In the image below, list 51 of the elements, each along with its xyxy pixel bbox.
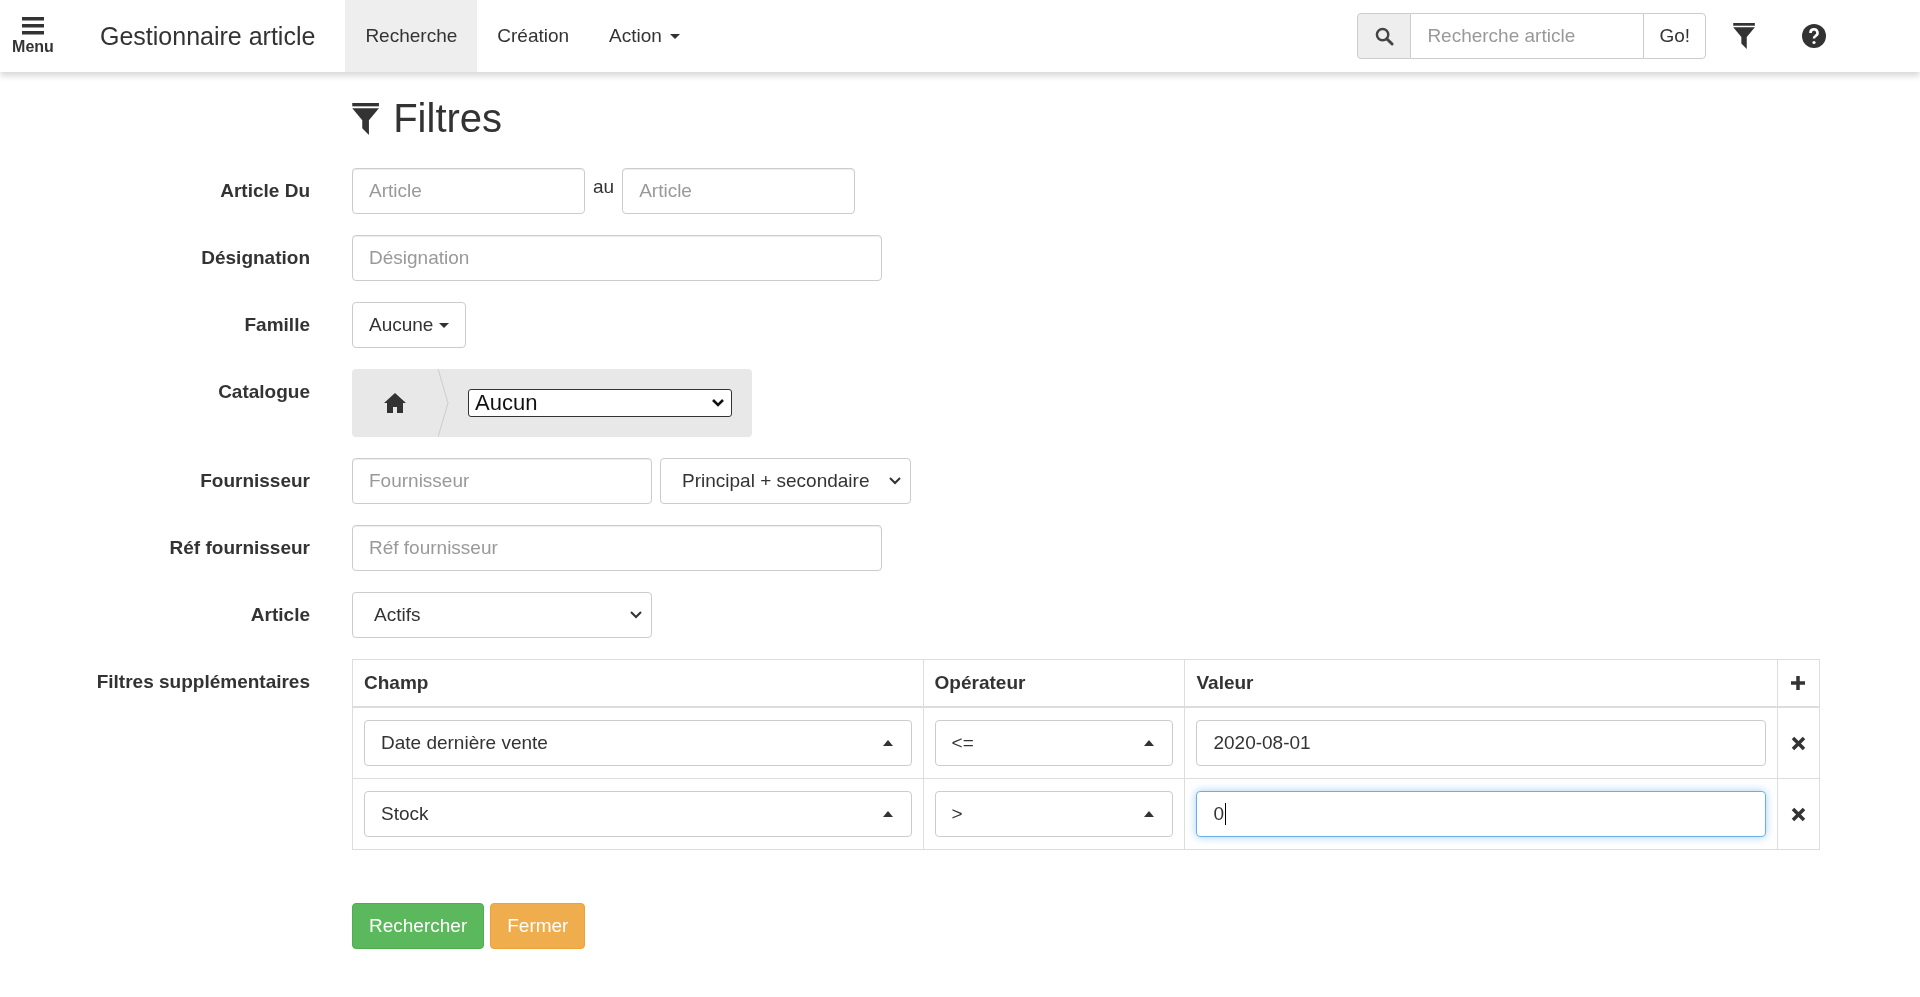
chevron-icon — [711, 398, 725, 408]
menu-icon — [22, 16, 44, 36]
catalogue-select[interactable]: Aucun — [468, 389, 732, 417]
field-label: Article — [249, 603, 310, 626]
caret-icon — [1144, 740, 1155, 746]
column-header: Opérateur — [923, 659, 1185, 707]
value-field[interactable]: 0 — [1196, 791, 1766, 837]
operator-select[interactable]: <= — [934, 720, 1174, 766]
article-to-field[interactable]: Article — [622, 168, 856, 214]
dropdown-button[interactable]: Aucune — [352, 302, 467, 348]
breadcrumb-divider — [438, 369, 450, 437]
search-icon — [1357, 13, 1412, 59]
text-field[interactable]: Réf fournisseur — [352, 525, 882, 571]
field-label: Réf fournisseur — [168, 536, 310, 559]
caret-icon — [882, 740, 893, 746]
nav-tab[interactable]: Création — [477, 0, 590, 72]
field-label: Désignation — [200, 246, 310, 269]
caret-icon — [439, 322, 450, 328]
select-field[interactable]: Principal + secondaire — [660, 458, 911, 504]
remove-icon[interactable] — [1791, 806, 1806, 822]
field-select[interactable]: Date dernière vente — [364, 720, 912, 766]
field-label: Catalogue — [217, 380, 310, 403]
page-title: Filtres — [393, 96, 503, 141]
column-header: Champ — [352, 659, 924, 707]
add-icon[interactable] — [1790, 675, 1807, 691]
field-label: Famille — [243, 313, 310, 336]
text-field[interactable]: Fournisseur — [352, 458, 652, 504]
caret-icon — [669, 33, 680, 39]
field-label: Filtres supplémentaires — [95, 670, 310, 693]
search-field[interactable]: Recherche article — [1411, 13, 1644, 59]
column-header: Valeur — [1184, 659, 1778, 707]
chevron-icon — [888, 476, 902, 486]
nav-tab[interactable]: Recherche — [345, 0, 478, 72]
operator-select[interactable]: > — [934, 791, 1174, 837]
value-field[interactable]: 2020-08-01 — [1196, 720, 1766, 766]
chevron-icon — [629, 610, 643, 620]
filter-icon — [352, 102, 380, 135]
remove-icon[interactable] — [1791, 735, 1806, 751]
select-field[interactable]: Actifs — [352, 592, 652, 638]
go-button[interactable]: Go! — [1643, 13, 1706, 59]
nav-tab[interactable]: Action — [589, 0, 700, 72]
article-from-field[interactable]: Article — [352, 168, 585, 214]
app-title: Gestionnaire article — [99, 20, 317, 52]
text-field[interactable]: Désignation — [352, 235, 882, 281]
field-label: Fournisseur — [199, 469, 310, 492]
field-label: Article Du — [219, 179, 310, 202]
caret-icon — [882, 811, 893, 817]
menu-button[interactable]: Menu — [0, 0, 66, 72]
field-select[interactable]: Stock — [364, 791, 912, 837]
caret-icon — [1144, 811, 1155, 817]
range-separator: au — [593, 176, 615, 198]
